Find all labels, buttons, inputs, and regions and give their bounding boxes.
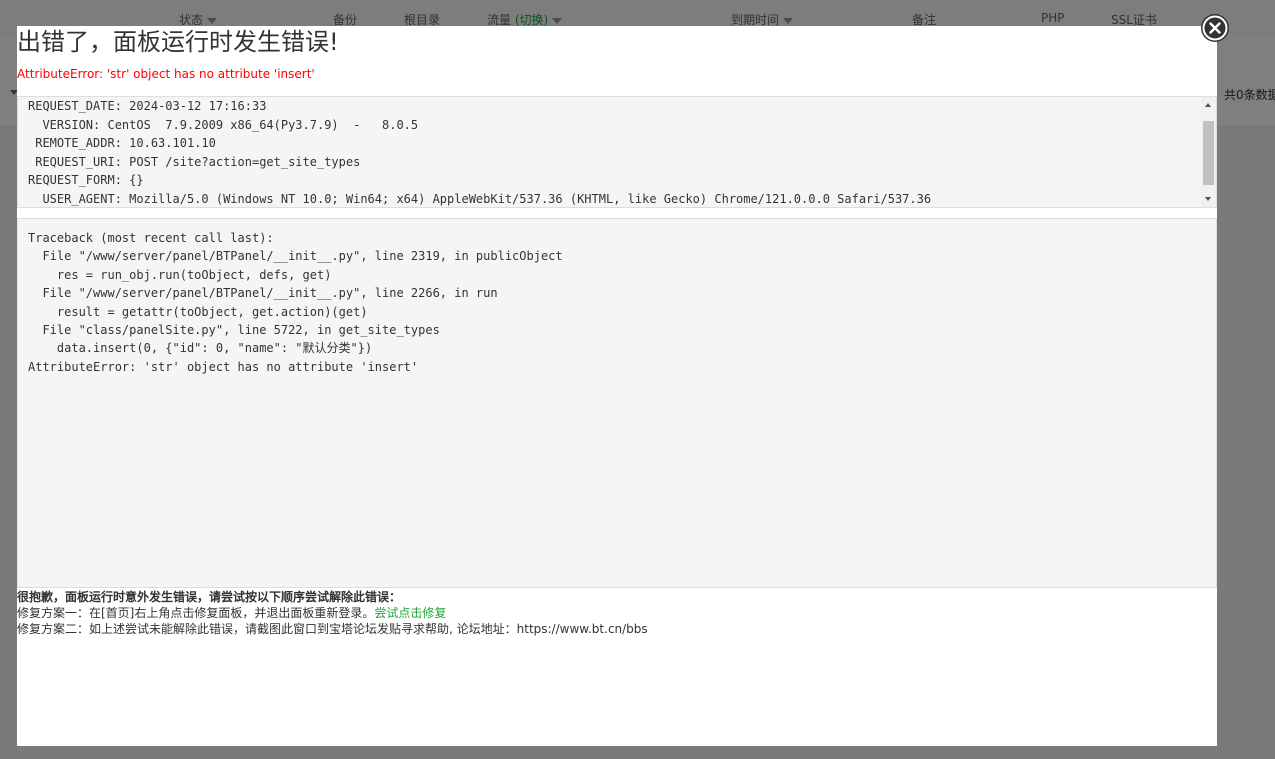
remote-addr-line: REMOTE_ADDR: 10.63.101.10 <box>28 136 216 150</box>
traceback-line: res = run_obj.run(toObject, defs, get) <box>28 267 332 282</box>
request-uri-line: REQUEST_URI: POST /site?action=get_site_… <box>28 154 361 169</box>
scroll-up-arrow-icon[interactable] <box>1205 103 1211 107</box>
scroll-down-arrow-icon[interactable] <box>1205 197 1211 201</box>
scrollbar-thumb[interactable] <box>1203 121 1214 185</box>
fix-option-1-text: 修复方案一：在[首页]右上角点击修复面板，并退出面板重新登录。 <box>17 606 375 620</box>
traceback-lines: Traceback (most recent call last): File … <box>28 229 1208 376</box>
close-icon <box>1201 14 1229 42</box>
close-button[interactable] <box>1200 13 1230 43</box>
help-heading: 很抱歉，面板运行时意外发生错误，请尝试按以下顺序尝试解除此错误： <box>17 590 402 604</box>
traceback-line: Traceback (most recent call last): <box>28 231 274 245</box>
request-info-lines: REQUEST_DATE: 2024-03-12 17:16:33 VERSIO… <box>28 97 1198 207</box>
traceback-line: data.insert(0, {"id": 0, "name": "默认分类"}… <box>28 341 373 356</box>
traceback-line: result = getattr(toObject, get.action)(g… <box>28 304 368 319</box>
help-section: 很抱歉，面板运行时意外发生错误，请尝试按以下顺序尝试解除此错误： 修复方案一：在… <box>17 589 1217 637</box>
request-info-scrollbar[interactable] <box>1201 97 1216 207</box>
dialog-title: 出错了，面板运行时发生错误! <box>17 28 339 56</box>
request-form-line: REQUEST_FORM: {} <box>28 173 144 187</box>
traceback-line: AttributeError: 'str' object has no attr… <box>28 359 419 374</box>
version-line: VERSION: CentOS 7.9.2009 x86_64(Py3.7.9)… <box>28 117 419 132</box>
fix-option-1: 修复方案一：在[首页]右上角点击修复面板，并退出面板重新登录。尝试点击修复 <box>17 605 1217 621</box>
traceback-line: File "/www/server/panel/BTPanel/__init__… <box>28 249 563 264</box>
error-dialog: 出错了，面板运行时发生错误! AttributeError: 'str' obj… <box>17 26 1217 746</box>
request-info-box[interactable]: REQUEST_DATE: 2024-03-12 17:16:33 VERSIO… <box>17 96 1217 208</box>
user-agent-line: USER_AGENT: Mozilla/5.0 (Windows NT 10.0… <box>28 191 932 206</box>
try-repair-link[interactable]: 尝试点击修复 <box>374 606 446 620</box>
traceback-box[interactable]: Traceback (most recent call last): File … <box>17 218 1217 588</box>
error-message: AttributeError: 'str' object has no attr… <box>17 67 315 81</box>
fix-option-2: 修复方案二：如上述尝试未能解除此错误，请截图此窗口到宝塔论坛发贴寻求帮助, 论坛… <box>17 622 648 636</box>
traceback-line: File "class/panelSite.py", line 5722, in… <box>28 322 440 337</box>
traceback-line: File "/www/server/panel/BTPanel/__init__… <box>28 286 498 301</box>
request-date-line: REQUEST_DATE: 2024-03-12 17:16:33 <box>28 99 267 113</box>
